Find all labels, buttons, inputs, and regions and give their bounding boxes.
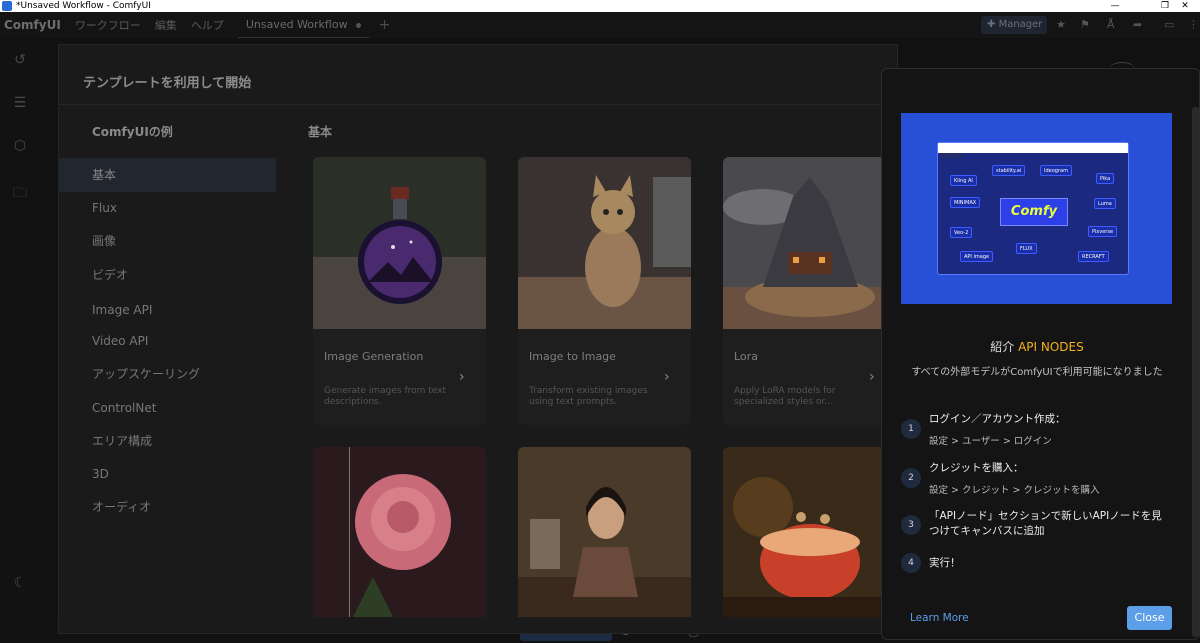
- chip-ideogram: Ideogram: [1040, 165, 1072, 176]
- template-modal: テンプレートを利用して開始 ComfyUIの例 基本 Flux 画像 ビデオ I…: [58, 44, 898, 634]
- step-subtitle: 設定 > ユーザー > ログイン: [929, 436, 1052, 447]
- card-title: Image to Image: [529, 350, 616, 363]
- brand-logo: ComfyUI: [4, 18, 61, 32]
- chip-luma: Luma: [1094, 198, 1116, 209]
- menu-more-icon[interactable]: ⋮: [1188, 18, 1199, 31]
- template-card-rose[interactable]: [313, 447, 486, 617]
- template-card-image-generation[interactable]: Image Generation Generate images from te…: [313, 157, 486, 425]
- category-audio[interactable]: オーディオ: [59, 490, 276, 524]
- workflow-tab[interactable]: Unsaved Workflow: [237, 12, 369, 38]
- step-title: ログイン／アカウント作成：: [929, 413, 1066, 425]
- share-icon[interactable]: ➦: [1133, 18, 1142, 31]
- chip-kling: Kling AI: [950, 175, 977, 186]
- card-description: Generate images from text descriptions.: [324, 386, 447, 407]
- category-basic[interactable]: 基本: [59, 158, 276, 192]
- step-number: 2: [901, 468, 921, 488]
- text-icon[interactable]: Å: [1107, 18, 1115, 31]
- category-video-api[interactable]: Video API: [59, 324, 276, 358]
- chip-veo2: Veo-2: [950, 227, 973, 238]
- card-description: Apply LoRA models for specialized styles…: [734, 386, 836, 407]
- categories-heading: ComfyUIの例: [92, 125, 173, 139]
- node-library-icon[interactable]: ⬡: [11, 138, 29, 156]
- category-image[interactable]: 画像: [59, 224, 276, 258]
- chip-flux: FLUX: [1016, 243, 1037, 254]
- minimize-icon[interactable]: —: [1100, 0, 1130, 12]
- chip-minimax: MINIMAX: [950, 197, 981, 208]
- hero-window: stability.ai Kling AI Ideogram Pika MINI…: [937, 142, 1129, 275]
- category-video[interactable]: ビデオ: [59, 258, 276, 292]
- chip-pixverse: Pixverse: [1088, 226, 1118, 237]
- window-titlebar: *Unsaved Workflow - ComfyUI — ❐ ✕: [0, 0, 1200, 12]
- comfy-logo: Comfy: [1000, 198, 1068, 226]
- step-title: クレジットを購入：: [929, 462, 1024, 474]
- modal-title: テンプレートを利用して開始: [83, 76, 252, 91]
- learn-more-link[interactable]: Learn More: [910, 612, 969, 624]
- workflow-tab-label: Unsaved Workflow: [245, 18, 348, 31]
- modal-header: テンプレートを利用して開始: [59, 45, 897, 105]
- woman-portrait-thumbnail: [518, 447, 691, 617]
- card-title: Image Generation: [324, 350, 424, 363]
- step-title-line2: つけてキャンバスに追加: [929, 525, 1045, 537]
- fruit-island-thumbnail: [723, 447, 896, 617]
- step-title: 実行！: [929, 557, 961, 569]
- window-title: *Unsaved Workflow - ComfyUI: [16, 1, 151, 11]
- card-title: Lora: [734, 350, 758, 363]
- intro-accent: API NODES: [1018, 340, 1084, 354]
- menu-help[interactable]: ヘルプ: [191, 17, 224, 33]
- close-button[interactable]: Close: [1127, 606, 1172, 630]
- manager-button[interactable]: ✚ Manager: [981, 16, 1047, 34]
- chip-api-image: API image: [960, 251, 994, 262]
- category-upscaling[interactable]: アップスケーリング: [59, 357, 276, 391]
- template-card-portrait[interactable]: [518, 447, 691, 617]
- bottle-galaxy-thumbnail: [313, 157, 486, 329]
- step-subtitle: 設定 > クレジット > クレジットを購入: [929, 485, 1100, 496]
- menu-edit[interactable]: 編集: [155, 17, 177, 33]
- category-image-api[interactable]: Image API: [59, 293, 276, 327]
- step-number: 3: [901, 515, 921, 535]
- layout-icon[interactable]: ▭: [1164, 18, 1174, 31]
- step-title: 「APIノード」セクションで新しいAPIノードを見: [929, 510, 1162, 522]
- category-controlnet[interactable]: ControlNet: [59, 391, 276, 425]
- api-nodes-hero-banner: stability.ai Kling AI Ideogram Pika MINI…: [901, 113, 1172, 304]
- card-description: Transform existing images using text pro…: [529, 386, 648, 407]
- category-3d[interactable]: 3D: [59, 457, 276, 491]
- intro-heading: 紹介 API NODES: [882, 338, 1192, 355]
- translate-icon[interactable]: ⚑: [1080, 18, 1090, 31]
- step-number: 4: [901, 553, 921, 573]
- chip-stability: stability.ai: [992, 165, 1026, 176]
- puzzle-icon: ✚: [987, 19, 999, 30]
- star-icon[interactable]: ★: [1056, 18, 1066, 31]
- close-window-icon[interactable]: ✕: [1170, 0, 1200, 12]
- hero-window-bar: [938, 143, 1128, 158]
- theme-moon-icon[interactable]: ☾: [11, 575, 29, 593]
- chevron-right-icon: ›: [459, 369, 465, 385]
- manager-label: Manager: [998, 19, 1043, 30]
- queue-icon[interactable]: ☰: [11, 95, 29, 113]
- left-sidebar: ↺ ☰ ⬡ 🗀 ☾ ⚙: [0, 38, 40, 643]
- history-icon[interactable]: ↺: [11, 52, 29, 70]
- folder-icon[interactable]: 🗀: [11, 182, 29, 201]
- rose-thumbnail: [313, 447, 486, 617]
- api-nodes-announcement-panel: stability.ai Kling AI Ideogram Pika MINI…: [881, 68, 1200, 640]
- grid-heading: 基本: [308, 125, 333, 139]
- template-card-image-to-image[interactable]: Image to Image Transform existing images…: [518, 157, 691, 425]
- category-flux[interactable]: Flux: [59, 191, 276, 225]
- panel-scrollbar[interactable]: [1192, 107, 1199, 637]
- unsaved-dot-icon: [355, 22, 361, 28]
- new-tab-plus-icon[interactable]: +: [379, 17, 391, 33]
- step-number: 1: [901, 419, 921, 439]
- menu-workflow[interactable]: ワークフロー: [75, 17, 141, 33]
- chip-pika: Pika: [1096, 173, 1115, 184]
- cat-thumbnail: [518, 157, 691, 329]
- template-card-lora[interactable]: Lora Apply LoRA models for specialized s…: [723, 157, 896, 425]
- intro-subtitle: すべての外部モデルがComfyUIで利用可能になりました: [911, 367, 1163, 378]
- template-card-fruit-island[interactable]: [723, 447, 896, 617]
- intro-prefix: 紹介: [990, 340, 1015, 354]
- chevron-right-icon: ›: [869, 369, 875, 385]
- comfyui-app-icon: [2, 1, 12, 11]
- chip-recraft: RECRAFT: [1078, 251, 1109, 262]
- mountain-temple-thumbnail: [723, 157, 896, 329]
- category-area-composition[interactable]: エリア構成: [59, 424, 276, 458]
- chevron-right-icon: ›: [664, 369, 670, 385]
